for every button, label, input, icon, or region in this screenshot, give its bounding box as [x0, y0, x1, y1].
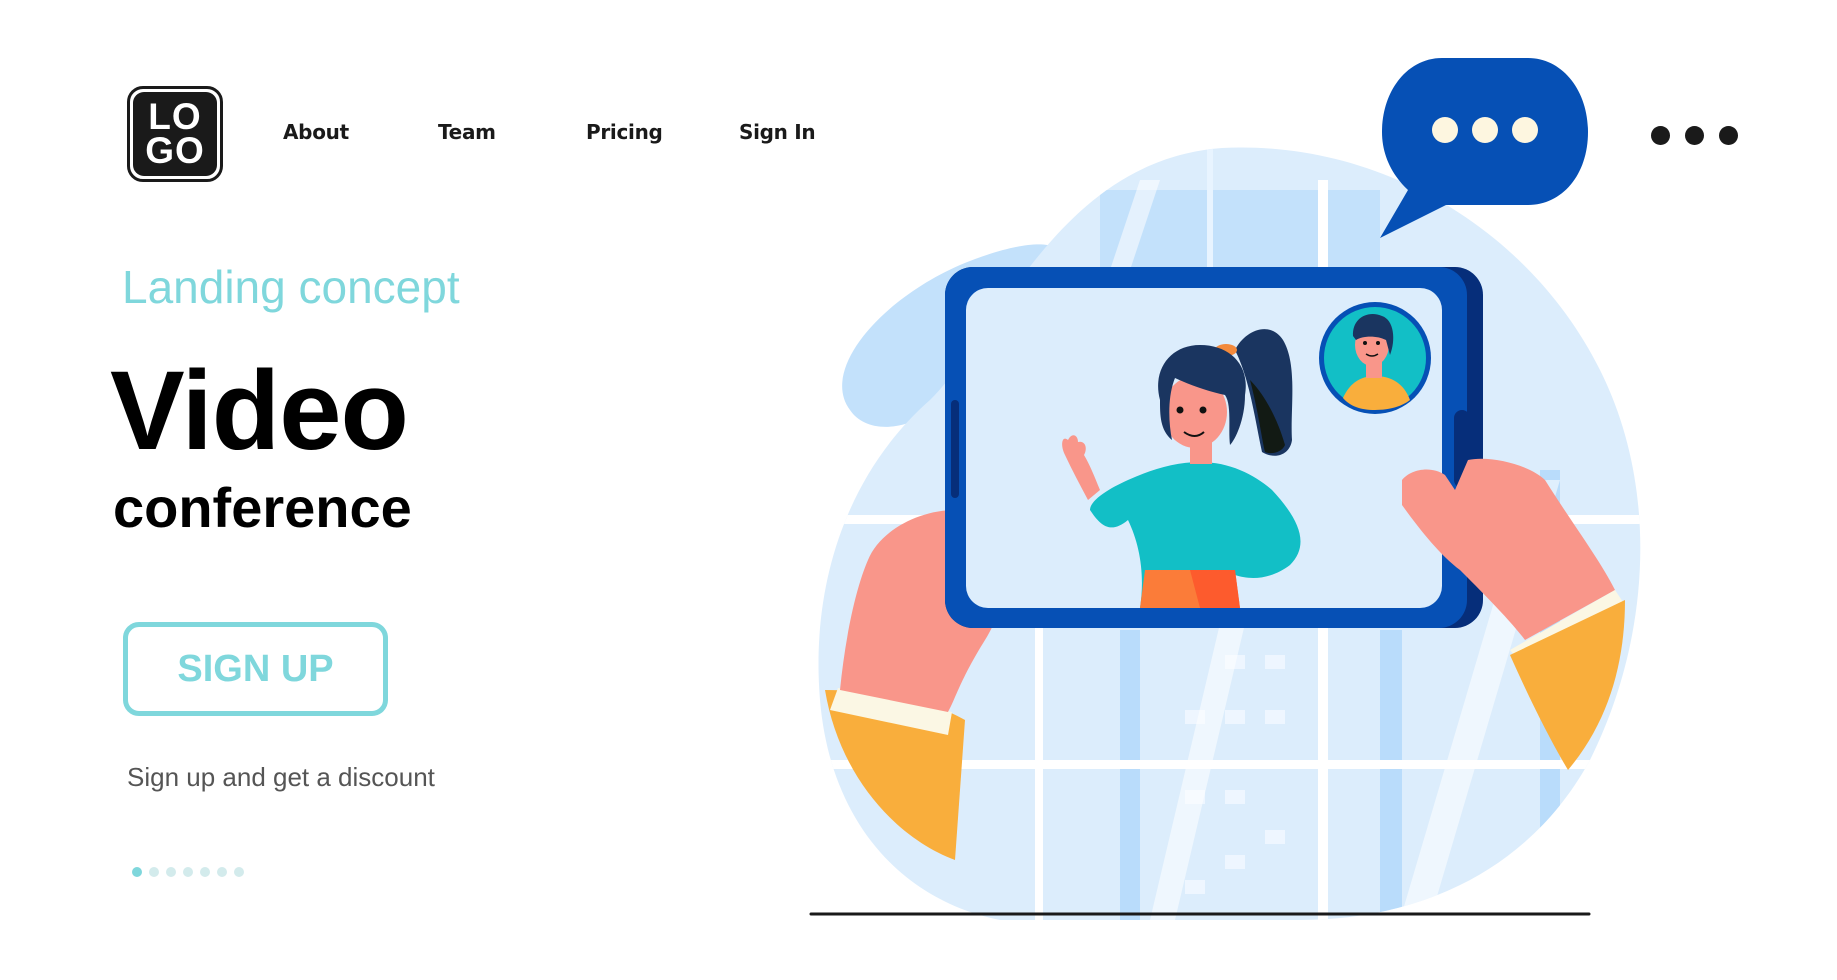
dot [1685, 126, 1704, 145]
landing-kicker: Landing concept [122, 261, 460, 313]
page-title: Video [110, 348, 409, 473]
pagination-dot[interactable] [183, 867, 193, 877]
pagination-dot[interactable] [217, 867, 227, 877]
sign-up-caption: Sign up and get a discount [127, 762, 435, 792]
nav-about[interactable]: About [283, 120, 349, 144]
video-participant-man-thumbnail [1319, 302, 1431, 414]
pagination-dot[interactable] [166, 867, 176, 877]
pagination-dot[interactable] [234, 867, 244, 877]
nav-sign-in[interactable]: Sign In [739, 120, 816, 144]
logo-line-1: LO [148, 96, 202, 137]
pagination-dot[interactable] [132, 867, 142, 877]
dot [1651, 126, 1670, 145]
logo-line-2: GO [145, 130, 205, 171]
nav-pricing[interactable]: Pricing [586, 120, 663, 144]
tablet [945, 267, 1483, 628]
pagination-dot[interactable] [200, 867, 210, 877]
logo[interactable]: LO GO [127, 86, 223, 182]
more-horizontal-icon[interactable] [1651, 126, 1738, 145]
sign-up-button[interactable]: SIGN UP [123, 622, 388, 716]
pagination-dots [132, 867, 244, 877]
logo-mark: LO GO [133, 92, 217, 176]
dot [1719, 126, 1738, 145]
nav-team[interactable]: Team [438, 120, 496, 144]
page-subtitle: conference [113, 476, 412, 539]
chat-bubble-typing-icon [1380, 58, 1588, 238]
pagination-dot[interactable] [149, 867, 159, 877]
